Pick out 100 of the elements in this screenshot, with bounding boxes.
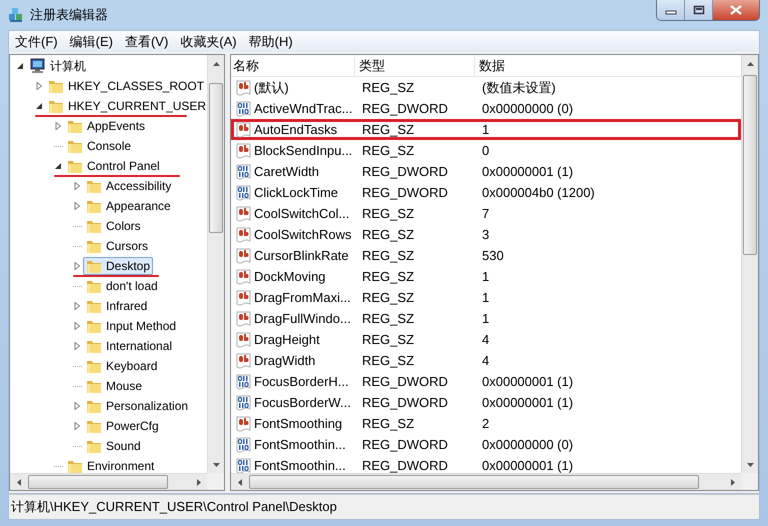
horizontal-scrollbar[interactable] [231,473,741,490]
value-data: 1 [481,310,490,328]
value-type: REG_SZ [361,120,416,139]
tree-item[interactable]: Personalization [83,397,192,415]
tree-item[interactable]: Console [64,137,134,155]
tree-item[interactable]: don't load [83,277,161,295]
tree-item[interactable]: AppEvents [64,117,148,135]
string-value-icon [236,142,252,158]
string-value-icon [236,268,252,284]
value-name[interactable]: FontSmoothin... [254,434,346,454]
string-value-icon [236,122,252,138]
tree-item[interactable]: HKEY_CURRENT_USER [45,97,207,115]
menu-item[interactable]: 帮助(H) [242,32,299,52]
value-name[interactable]: (默认) [254,78,289,98]
folder-icon [86,418,102,434]
value-type: REG_SZ [361,268,416,286]
value-type: REG_DWORD [361,456,449,473]
column-header[interactable]: 名称 [231,55,355,76]
string-value-icon [236,290,252,306]
menu-item[interactable]: 文件(F) [9,32,64,52]
value-data: 530 [481,246,504,265]
value-data: 2 [481,414,490,433]
value-name[interactable]: DragHeight [254,330,320,350]
value-data: 0x00000000 (0) [481,436,574,454]
status-bar: 计算机\HKEY_CURRENT_USER\Control Panel\Desktop [8,494,760,520]
menu-item[interactable]: 收藏夹(A) [174,32,243,52]
collapsed-arrow-icon[interactable] [73,302,81,310]
value-data: 0 [481,142,490,160]
tree-item[interactable]: 计算机 [26,57,89,75]
value-name[interactable]: DragFullWindo... [254,308,351,328]
folder-icon [86,258,102,274]
tree-item[interactable]: HKEY_CLASSES_ROOT [45,77,207,95]
value-type: REG_DWORD [361,184,449,202]
collapsed-arrow-icon[interactable] [73,262,81,270]
menu-item[interactable]: 查看(V) [118,32,174,52]
value-name[interactable]: DragFromMaxi... [254,288,351,308]
tree-item[interactable]: Cursors [83,237,152,255]
tree-item[interactable]: Control Panel [64,157,163,175]
string-value-icon [236,352,252,368]
value-data: 0x00000001 (1) [481,456,574,473]
tree-item[interactable]: Keyboard [83,357,160,375]
value-name[interactable]: CoolSwitchCol... [254,204,350,224]
value-name[interactable]: CoolSwitchRows [254,224,352,244]
scroll-up-icon [213,62,220,66]
value-name[interactable]: FocusBorderH... [254,372,349,392]
vertical-scrollbar[interactable] [207,55,224,473]
value-name[interactable]: FontSmoothin... [254,456,346,473]
collapsed-arrow-icon[interactable] [73,202,81,210]
tree-item[interactable]: Infrared [83,297,150,315]
value-data: 0x00000000 (0) [481,100,574,118]
expanded-arrow-icon[interactable] [35,102,43,110]
tree-item[interactable]: Mouse [83,377,146,395]
tree-item[interactable]: PowerCfg [83,417,162,435]
close-icon [730,5,742,15]
collapsed-arrow-icon[interactable] [35,82,43,90]
collapsed-arrow-icon[interactable] [73,342,81,350]
tree-item[interactable]: Appearance [83,197,174,215]
value-name[interactable]: FocusBorderW... [254,392,351,412]
value-data: 3 [481,226,490,244]
value-name[interactable]: ActiveWndTrac... [254,98,352,118]
menu-item[interactable]: 编辑(E) [64,32,119,52]
tree-item[interactable]: Accessibility [83,177,174,195]
minimize-button[interactable] [657,0,685,20]
column-header[interactable]: 数据 [475,55,741,76]
tree-item[interactable]: Input Method [83,317,180,335]
close-button[interactable] [713,0,759,20]
folder-icon [48,78,64,94]
expanded-arrow-icon[interactable] [16,62,24,70]
collapsed-arrow-icon[interactable] [73,402,81,410]
vertical-scrollbar[interactable] [741,55,758,473]
value-data: 1 [481,120,490,139]
folder-icon [86,338,102,354]
tree-item[interactable]: Colors [83,217,144,235]
value-name[interactable]: CursorBlinkRate [254,246,349,266]
string-value-icon [236,416,252,432]
value-name[interactable]: AutoEndTasks [254,120,338,140]
value-name[interactable]: DockMoving [254,266,326,286]
tree-item[interactable]: Environment [64,457,158,473]
expanded-arrow-icon[interactable] [54,162,62,170]
value-name[interactable]: CaretWidth [254,162,320,182]
collapsed-arrow-icon[interactable] [73,322,81,330]
string-value-icon [236,80,252,96]
folder-icon [86,398,102,414]
folder-icon [48,98,64,114]
binary-value-icon [236,374,252,390]
collapsed-arrow-icon[interactable] [73,182,81,190]
tree-item[interactable]: Desktop [83,257,154,275]
horizontal-scrollbar[interactable] [10,473,207,490]
value-name[interactable]: DragWidth [254,350,316,370]
value-name[interactable]: FontSmoothing [254,414,342,434]
column-header[interactable]: 类型 [355,55,475,76]
value-name[interactable]: BlockSendInpu... [254,140,352,160]
value-name[interactable]: ClickLockTime [254,182,338,202]
scroll-right-icon [196,479,200,486]
tree-item[interactable]: International [83,337,176,355]
maximize-button[interactable] [685,0,713,20]
value-type: REG_DWORD [361,436,449,454]
collapsed-arrow-icon[interactable] [73,422,81,430]
tree-item[interactable]: Sound [83,437,144,455]
collapsed-arrow-icon[interactable] [54,122,62,130]
